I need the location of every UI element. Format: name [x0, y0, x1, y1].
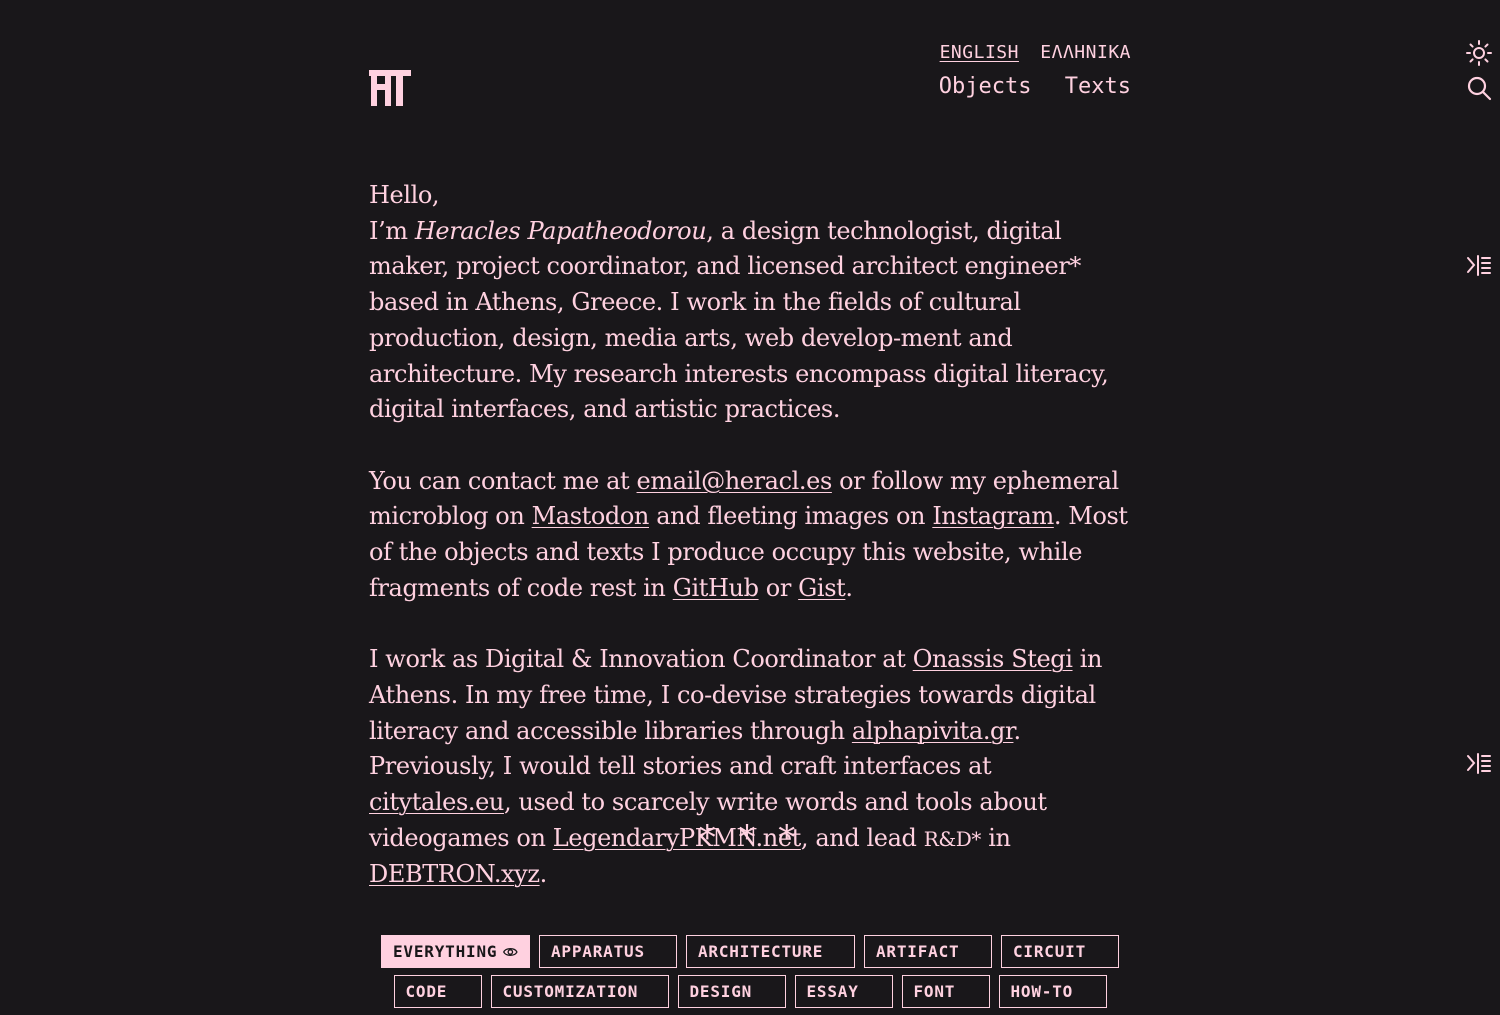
citytales-link[interactable]: citytales.eu [369, 788, 504, 816]
theme-toggle-icon[interactable] [1466, 40, 1492, 66]
intro-paragraph: Hello, I’m Heracles Papatheodorou, a des… [369, 181, 1109, 424]
language-greek[interactable]: ΕΛΛΗΝΙΚΑ [1040, 42, 1131, 63]
tag-everything[interactable]: EVERYTHING [381, 935, 530, 968]
tag-artifact[interactable]: ARTIFACT [864, 935, 992, 968]
nav-objects[interactable]: Objects [939, 74, 1032, 99]
email-link[interactable]: email@heracl.es [637, 467, 833, 495]
contact-paragraph: You can contact me at email@heracl.es or… [369, 466, 1128, 602]
github-link[interactable]: GitHub [673, 574, 759, 602]
mastodon-link[interactable]: Mastodon [532, 502, 650, 530]
tag-row: EVERYTHING APPARATUS ARCHITECTURE ARTIFA… [0, 935, 1500, 968]
main-nav: Objects Texts [919, 74, 1131, 99]
tag-architecture[interactable]: ARCHITECTURE [686, 935, 855, 968]
tag-filter-bar: EVERYTHING APPARATUS ARCHITECTURE ARTIFA… [0, 935, 1500, 1015]
search-icon[interactable] [1466, 75, 1492, 101]
language-english[interactable]: ENGLISH [940, 42, 1019, 63]
nav-texts[interactable]: Texts [1065, 74, 1131, 99]
outline-icon[interactable] [1466, 751, 1492, 777]
onassis-link[interactable]: Onassis Stegi [913, 645, 1073, 673]
tag-customization[interactable]: CUSTOMIZATION [490, 975, 669, 1008]
tag-how-to[interactable]: HOW-TO [998, 975, 1107, 1008]
alphapivita-link[interactable]: alphapivita.gr [852, 717, 1014, 745]
tag-design[interactable]: DESIGN [677, 975, 786, 1008]
outline-icon[interactable] [1466, 253, 1492, 279]
tag-essay[interactable]: ESSAY [794, 975, 893, 1008]
author-name: Heracles Papatheodorou [414, 216, 707, 245]
section-divider: * * * [698, 818, 802, 858]
gist-link[interactable]: Gist [798, 574, 846, 602]
intro-text: Hello, I’m Heracles Papatheodorou, a des… [369, 178, 1134, 929]
tag-font[interactable]: FONT [901, 975, 990, 1008]
greeting: Hello, [369, 181, 440, 209]
eye-icon [503, 947, 518, 956]
instagram-link[interactable]: Instagram [932, 502, 1054, 530]
tag-code[interactable]: CODE [393, 975, 482, 1008]
tag-circuit[interactable]: CIRCUIT [1001, 935, 1119, 968]
debtron-link[interactable]: DEBTRON.xyz [369, 860, 540, 888]
site-logo[interactable] [369, 70, 411, 106]
tag-apparatus[interactable]: APPARATUS [539, 935, 677, 968]
tag-row: CODE CUSTOMIZATION DESIGN ESSAY FONT HOW… [0, 975, 1500, 1008]
language-switcher: ENGLISH ΕΛΛΗΝΙΚΑ [930, 42, 1131, 63]
